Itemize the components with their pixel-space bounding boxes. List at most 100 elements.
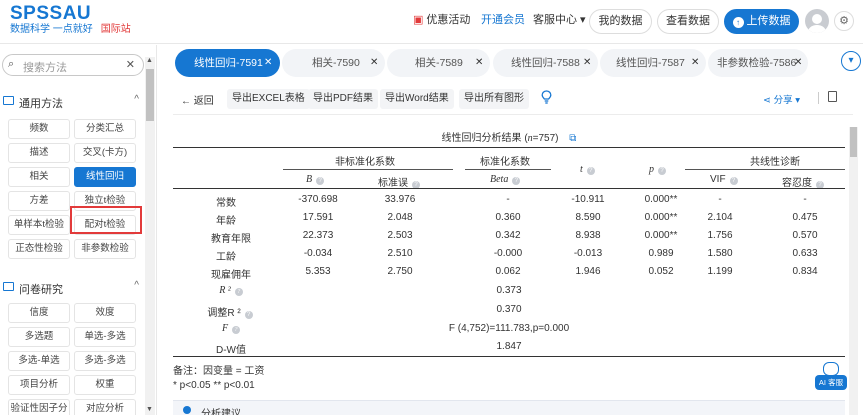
tab-label: 相关-7589 bbox=[415, 57, 463, 69]
ai-support-button[interactable]: AI 客服 bbox=[815, 362, 847, 394]
cell-tolerance: 0.834 bbox=[792, 266, 818, 277]
export-excel-button[interactable]: 导出EXCEL表格 bbox=[227, 89, 310, 109]
method-button[interactable]: 项目分析 bbox=[8, 375, 70, 395]
col-beta-label: Beta bbox=[490, 174, 509, 185]
cell-b: -0.034 bbox=[303, 248, 333, 259]
summary-row: R ²? 0.373 bbox=[173, 282, 845, 300]
category-questionnaire[interactable]: 问卷研究 ^ bbox=[3, 280, 143, 296]
search-input[interactable]: ⌕ 搜索方法 ✕ bbox=[2, 54, 144, 76]
avatar[interactable] bbox=[805, 9, 829, 33]
method-button[interactable]: 正态性检验 bbox=[8, 239, 70, 259]
cell-se: 2.503 bbox=[387, 230, 413, 241]
method-button[interactable]: 单选-多选 bbox=[74, 327, 136, 347]
method-button[interactable]: 多选题 bbox=[8, 327, 70, 347]
method-button[interactable]: 信度 bbox=[8, 303, 70, 323]
cell-beta: 0.342 bbox=[495, 230, 521, 241]
cell-beta: - bbox=[506, 194, 510, 205]
copy-icon[interactable]: ⧉ bbox=[569, 133, 576, 144]
tab-linear-regression-7591[interactable]: 线性回归-7591 ✕ bbox=[175, 49, 280, 77]
close-icon[interactable]: ✕ bbox=[475, 49, 483, 77]
promo-link[interactable]: ▣ 优惠活动 bbox=[413, 11, 470, 27]
scrollbar-thumb[interactable] bbox=[146, 69, 154, 121]
help-icon[interactable]: ? bbox=[586, 167, 595, 175]
help-icon[interactable]: ? bbox=[729, 177, 738, 185]
cell-t: 8.590 bbox=[575, 212, 601, 223]
close-icon[interactable]: ✕ bbox=[370, 49, 378, 77]
scrollbar-thumb[interactable] bbox=[850, 127, 857, 157]
method-button[interactable]: 多选-单选 bbox=[8, 351, 70, 371]
cell-b: 22.373 bbox=[302, 230, 334, 241]
result-panel: ← 返回 导出EXCEL表格 导出PDF结果 导出Word结果 导出所有图形 ⋖… bbox=[173, 83, 863, 415]
col-header-vif: VIF? bbox=[710, 174, 738, 185]
tab-linear-regression-7587[interactable]: 线性回归-7587 ✕ bbox=[600, 49, 706, 77]
my-data-button[interactable]: 我的数据 bbox=[589, 9, 652, 34]
table-row: 现雇佣年 5.353 2.750 0.062 1.946 0.052 1.199… bbox=[173, 263, 845, 281]
content-scrollbar[interactable] bbox=[849, 127, 858, 415]
export-figures-button[interactable]: 导出所有图形 bbox=[459, 89, 529, 109]
method-button[interactable]: 非参数检验 bbox=[74, 239, 136, 259]
upload-data-button[interactable]: ↑ 上传数据 bbox=[724, 9, 799, 34]
help-icon[interactable]: ? bbox=[316, 177, 325, 185]
row-name: 工龄 bbox=[216, 252, 236, 263]
analysis-advice-panel[interactable]: 分析建议 bbox=[173, 400, 845, 415]
chevron-up-icon: ^ bbox=[134, 94, 139, 105]
tab-label: 线性回归-7587 bbox=[616, 57, 685, 69]
row-name: 年龄 bbox=[216, 216, 236, 227]
method-button[interactable]: 对应分析 bbox=[74, 399, 136, 415]
col-header-tolerance: 容忍度? bbox=[782, 174, 824, 189]
summary-value: 1.847 bbox=[496, 341, 522, 352]
ai-support-label: AI 客服 bbox=[815, 375, 847, 390]
close-icon[interactable]: ✕ bbox=[126, 58, 135, 71]
support-center-menu[interactable]: 客服中心 ▾ bbox=[533, 11, 586, 27]
col-header-t: t? bbox=[580, 164, 595, 175]
method-button[interactable]: 权重 bbox=[74, 375, 136, 395]
gear-icon[interactable]: ⚙ bbox=[834, 11, 854, 31]
table-row: 工龄 -0.034 2.510 -0.000 -0.013 0.989 1.58… bbox=[173, 245, 845, 263]
chevron-down-icon[interactable]: ▾ bbox=[841, 51, 861, 71]
close-icon[interactable]: ✕ bbox=[583, 49, 591, 77]
close-icon[interactable]: ✕ bbox=[794, 49, 802, 77]
method-button[interactable]: 频数 bbox=[8, 119, 70, 139]
tab-correlation-7589[interactable]: 相关-7589 ✕ bbox=[387, 49, 490, 77]
back-button[interactable]: ← 返回 bbox=[181, 92, 214, 107]
method-button[interactable]: 相关 bbox=[8, 167, 70, 187]
method-button[interactable]: 描述 bbox=[8, 143, 70, 163]
summary-value: F (4,752)=111.783,p=0.000 bbox=[448, 323, 570, 334]
intl-site-link[interactable]: 国际站 bbox=[101, 24, 131, 35]
col-p-label: p bbox=[649, 164, 654, 175]
method-button-linear-regression[interactable]: 线性回归 bbox=[74, 167, 136, 187]
upload-label: 上传数据 bbox=[746, 15, 791, 27]
tab-label: 相关-7590 bbox=[312, 57, 360, 69]
method-button[interactable]: 单样本t检验 bbox=[8, 215, 70, 235]
method-button[interactable]: 分类汇总 bbox=[74, 119, 136, 139]
logo-text: SPSSAU bbox=[10, 3, 92, 24]
export-pdf-button[interactable]: 导出PDF结果 bbox=[308, 89, 378, 109]
close-icon[interactable]: ✕ bbox=[264, 49, 272, 77]
tab-correlation-7590[interactable]: 相关-7590 ✕ bbox=[282, 49, 385, 77]
cell-se: 2.510 bbox=[387, 248, 413, 259]
scroll-up-arrow[interactable]: ▲ bbox=[146, 57, 153, 64]
sidebar-scrollbar[interactable]: ▲ ▼ bbox=[145, 57, 155, 415]
method-button[interactable]: 交叉(卡方) bbox=[74, 143, 136, 163]
help-icon[interactable]: ? bbox=[512, 177, 521, 185]
scroll-down-arrow[interactable]: ▼ bbox=[146, 406, 153, 413]
share-button[interactable]: ⋖ 分享 ▾ bbox=[763, 92, 800, 106]
method-button[interactable]: 多选-多选 bbox=[74, 351, 136, 371]
summary-row: D-W值 1.847 bbox=[173, 338, 845, 356]
member-link[interactable]: 开通会员 bbox=[481, 11, 525, 27]
category-general[interactable]: 通用方法 ^ bbox=[3, 94, 143, 110]
view-data-button[interactable]: 查看数据 bbox=[657, 9, 719, 34]
export-word-button[interactable]: 导出Word结果 bbox=[380, 89, 454, 109]
logo[interactable]: SPSSAU 数据科学 一点就好 国际站 bbox=[10, 4, 131, 36]
gift-icon: ▣ bbox=[413, 14, 424, 26]
cell-tolerance: 0.570 bbox=[792, 230, 818, 241]
help-icon[interactable]: ? bbox=[658, 167, 666, 175]
method-button[interactable]: 效度 bbox=[74, 303, 136, 323]
method-button[interactable]: 方差 bbox=[8, 191, 70, 211]
tab-linear-regression-7588[interactable]: 线性回归-7588 ✕ bbox=[493, 49, 598, 77]
method-button[interactable]: 验证性因子分 bbox=[8, 399, 70, 415]
lightbulb-icon[interactable] bbox=[541, 90, 552, 104]
close-icon[interactable]: ✕ bbox=[691, 49, 699, 77]
tab-nonparametric-7586[interactable]: 非参数检验-7586 ✕ bbox=[708, 49, 808, 77]
document-icon[interactable] bbox=[828, 91, 837, 102]
